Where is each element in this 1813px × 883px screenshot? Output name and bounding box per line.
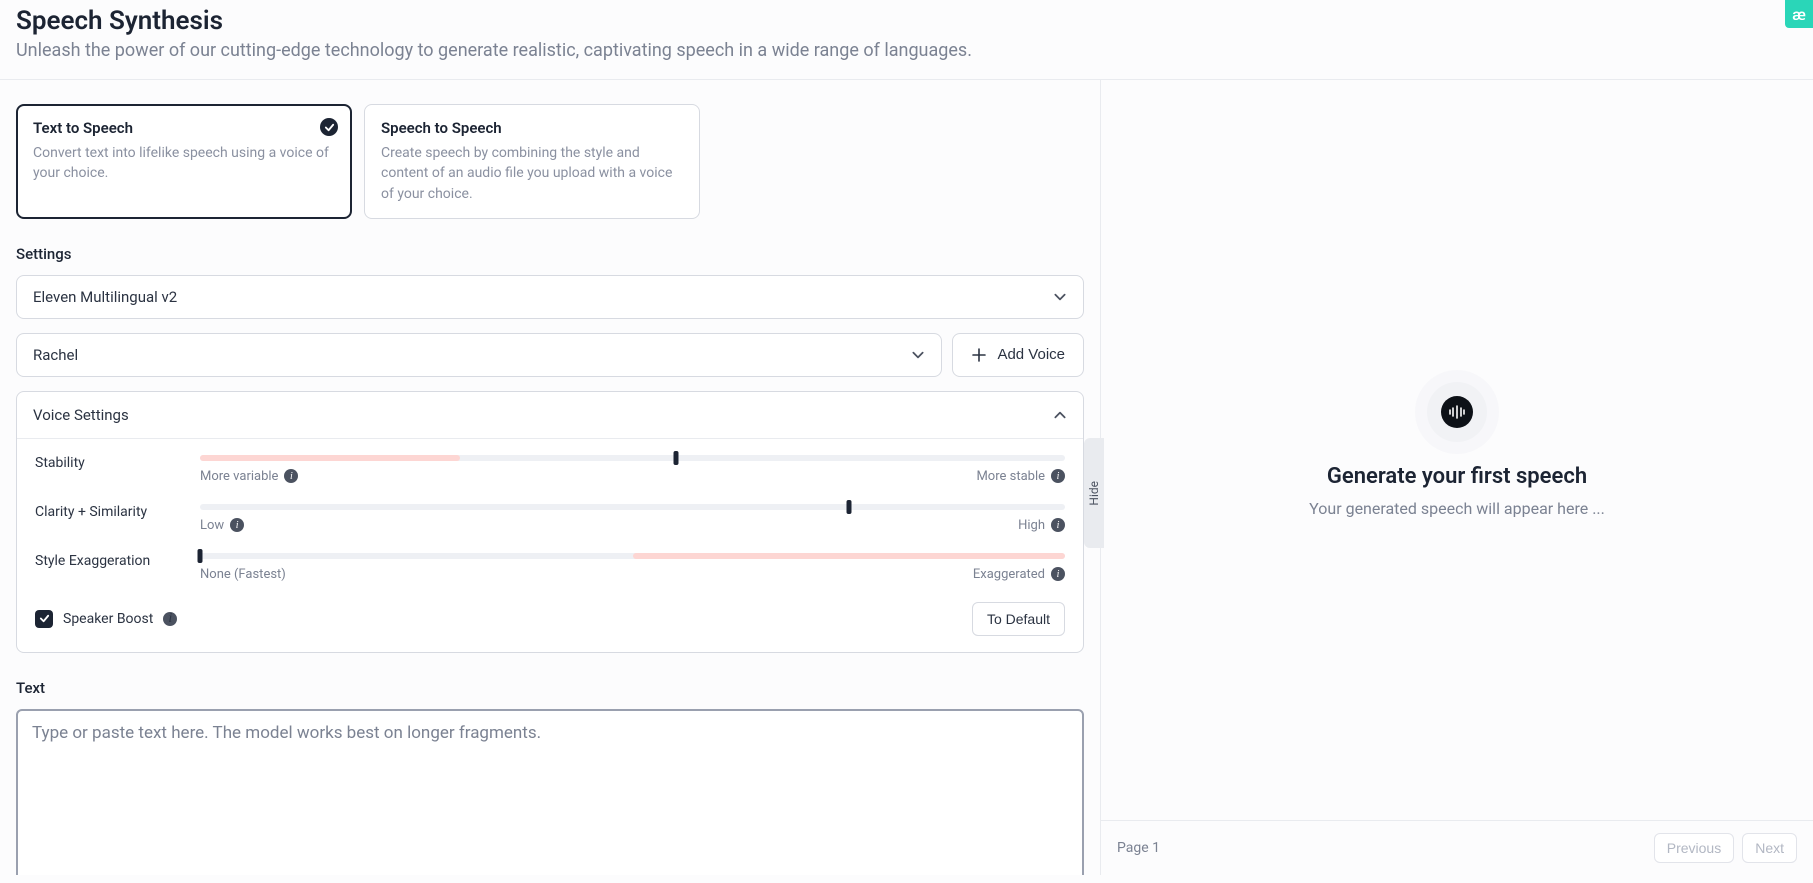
stability-left-cap: More variable — [200, 469, 278, 484]
left-pane: Text to Speech Convert text into lifelik… — [0, 80, 1100, 875]
brand-glyph: æ — [1792, 5, 1806, 24]
info-icon[interactable]: i — [1051, 518, 1065, 532]
hide-label: Hide — [1087, 481, 1101, 506]
style-left-cap: None (Fastest) — [200, 567, 286, 582]
add-voice-label: Add Voice — [997, 346, 1065, 363]
voice-settings-title: Voice Settings — [33, 406, 129, 424]
mode-sts-title: Speech to Speech — [381, 119, 683, 137]
check-icon — [320, 118, 338, 136]
brand-badge[interactable]: æ — [1785, 0, 1813, 28]
clarity-left-cap: Low — [200, 518, 224, 533]
style-slider[interactable] — [200, 553, 1065, 559]
waveform-icon — [1441, 396, 1473, 428]
previous-button[interactable]: Previous — [1654, 833, 1734, 863]
add-voice-button[interactable]: Add Voice — [952, 333, 1084, 377]
hide-panel-button[interactable]: Hide — [1084, 438, 1104, 548]
info-icon[interactable]: i — [1051, 469, 1065, 483]
mode-card-speech-to-speech[interactable]: Speech to Speech Create speech by combin… — [364, 104, 700, 219]
settings-label: Settings — [16, 245, 1084, 263]
info-icon[interactable]: i — [230, 518, 244, 532]
style-right-cap: Exaggerated — [973, 567, 1045, 582]
clarity-label: Clarity + Similarity — [35, 504, 200, 520]
text-label: Text — [16, 679, 1084, 697]
right-empty-title: Generate your first speech — [1327, 464, 1587, 489]
audio-placeholder-badge — [1427, 382, 1487, 442]
page-title: Speech Synthesis — [16, 6, 1797, 36]
voice-settings-panel: Voice Settings Stability More variablei … — [16, 391, 1084, 653]
chevron-down-icon — [911, 348, 925, 362]
speaker-boost-label: Speaker Boost — [63, 611, 153, 627]
mode-tts-desc: Convert text into lifelike speech using … — [33, 143, 335, 184]
clarity-slider[interactable] — [200, 504, 1065, 510]
style-label: Style Exaggeration — [35, 553, 200, 569]
speaker-boost-checkbox[interactable] — [35, 610, 53, 628]
mode-tts-title: Text to Speech — [33, 119, 335, 137]
model-select[interactable]: Eleven Multilingual v2 — [16, 275, 1084, 319]
to-default-button[interactable]: To Default — [972, 602, 1065, 636]
next-button[interactable]: Next — [1742, 833, 1797, 863]
right-empty-subtitle: Your generated speech will appear here .… — [1309, 499, 1605, 518]
clarity-right-cap: High — [1018, 518, 1045, 533]
stability-label: Stability — [35, 455, 200, 471]
mode-sts-desc: Create speech by combining the style and… — [381, 143, 683, 204]
info-icon[interactable]: i — [163, 612, 177, 626]
chevron-up-icon — [1053, 408, 1067, 422]
plus-icon — [971, 347, 987, 363]
info-icon[interactable]: i — [1051, 567, 1065, 581]
voice-settings-toggle[interactable]: Voice Settings — [17, 392, 1083, 439]
right-pane: Hide Generate your first spe — [1100, 80, 1813, 875]
stability-right-cap: More stable — [976, 469, 1045, 484]
page-subtitle: Unleash the power of our cutting-edge te… — [16, 40, 1797, 61]
page-indicator: Page 1 — [1117, 840, 1160, 856]
info-icon[interactable]: i — [284, 469, 298, 483]
stability-slider[interactable] — [200, 455, 1065, 461]
voice-selected-value: Rachel — [33, 346, 78, 364]
text-input[interactable] — [16, 709, 1084, 875]
page-header: Speech Synthesis Unleash the power of ou… — [0, 0, 1813, 80]
model-selected-value: Eleven Multilingual v2 — [33, 288, 177, 306]
mode-card-text-to-speech[interactable]: Text to Speech Convert text into lifelik… — [16, 104, 352, 219]
voice-select[interactable]: Rachel — [16, 333, 942, 377]
chevron-down-icon — [1053, 290, 1067, 304]
